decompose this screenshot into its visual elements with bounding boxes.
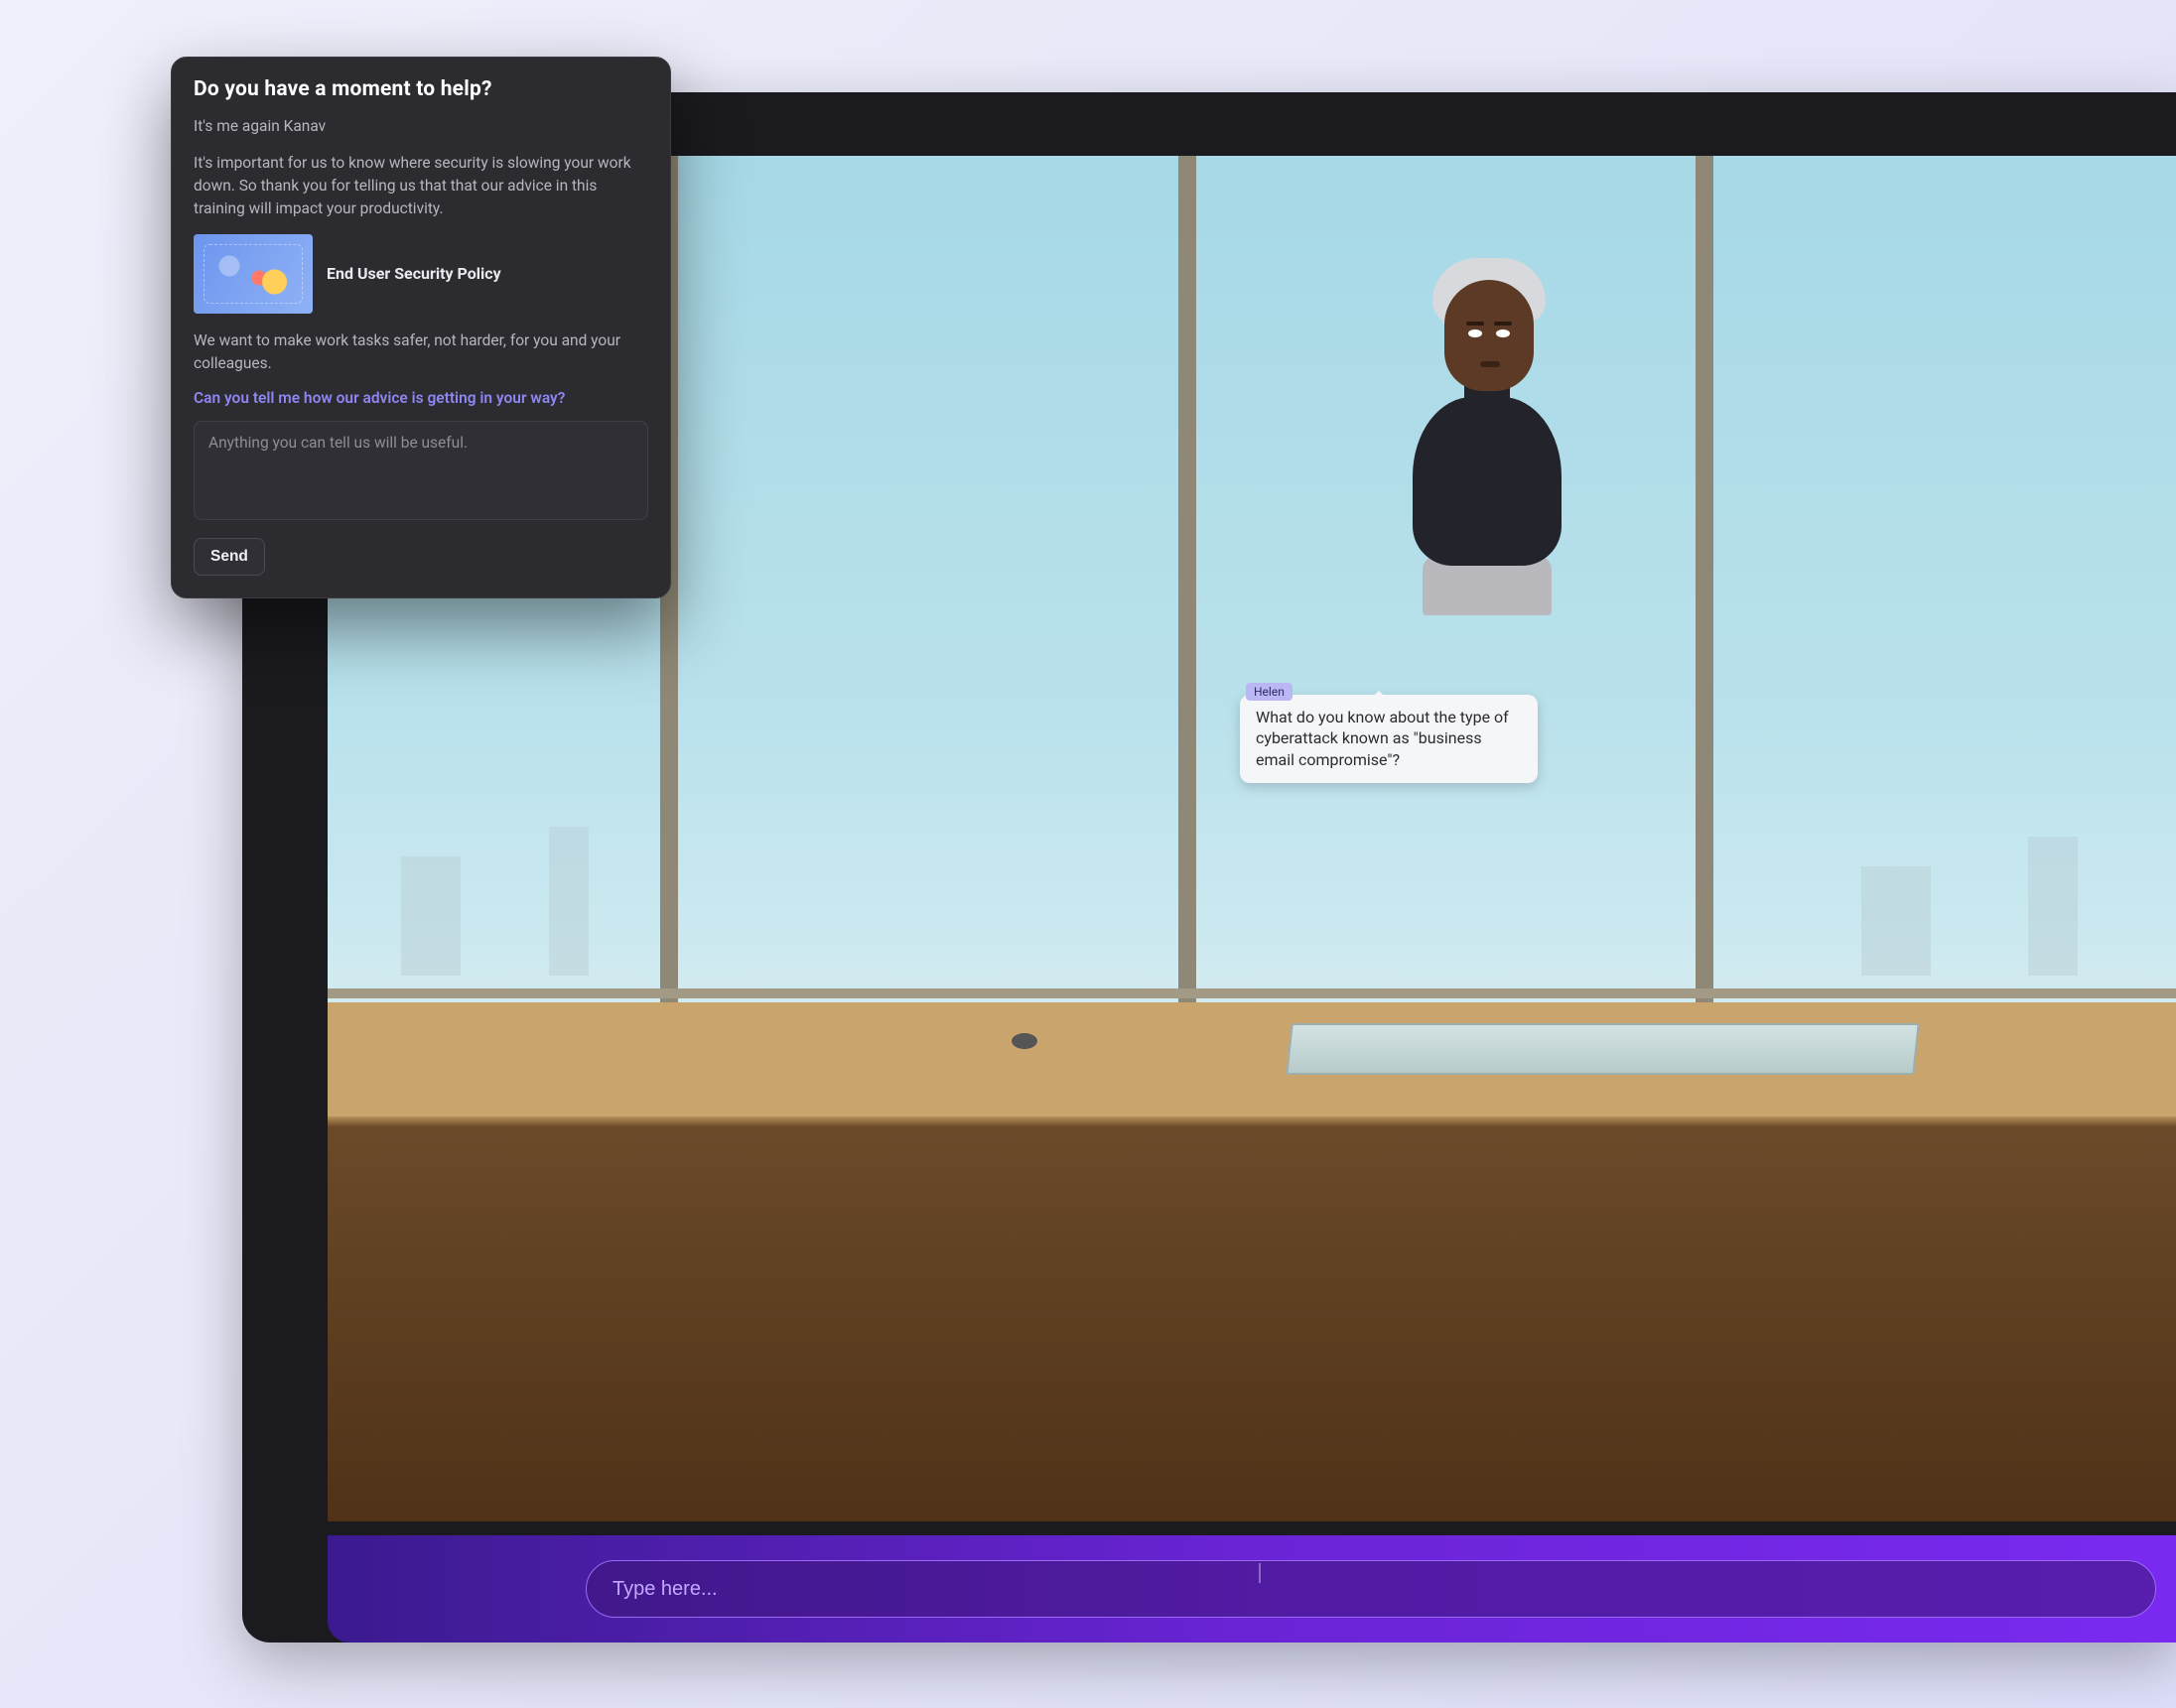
speech-bubble-text: What do you know about the type of cyber… xyxy=(1240,695,1538,783)
policy-title: End User Security Policy xyxy=(327,264,501,283)
dialog-greeting: It's me again Kanav xyxy=(194,115,648,138)
dialog-question: Can you tell me how our advice is gettin… xyxy=(194,389,648,407)
send-button[interactable]: Send xyxy=(194,538,265,576)
text-cursor-icon xyxy=(1259,1563,1261,1583)
policy-thumbnail-icon xyxy=(194,234,313,314)
office-desk xyxy=(328,1002,2176,1521)
game-text-input[interactable] xyxy=(586,1560,2156,1618)
feedback-dialog: Do you have a moment to help? It's me ag… xyxy=(171,57,671,598)
desk-glass-pad xyxy=(1286,1023,1920,1075)
dialog-intro: It's important for us to know where secu… xyxy=(194,152,648,220)
dialog-title: Do you have a moment to help? xyxy=(194,77,648,101)
feedback-textarea[interactable] xyxy=(194,421,648,520)
speech-bubble: Helen What do you know about the type of… xyxy=(1240,675,1538,783)
dialog-followup: We want to make work tasks safer, not ha… xyxy=(194,329,648,375)
character-helen xyxy=(1363,238,1611,655)
policy-reference[interactable]: End User Security Policy xyxy=(194,234,648,314)
game-input-bar xyxy=(328,1535,2176,1642)
speaker-name-badge: Helen xyxy=(1246,683,1292,701)
